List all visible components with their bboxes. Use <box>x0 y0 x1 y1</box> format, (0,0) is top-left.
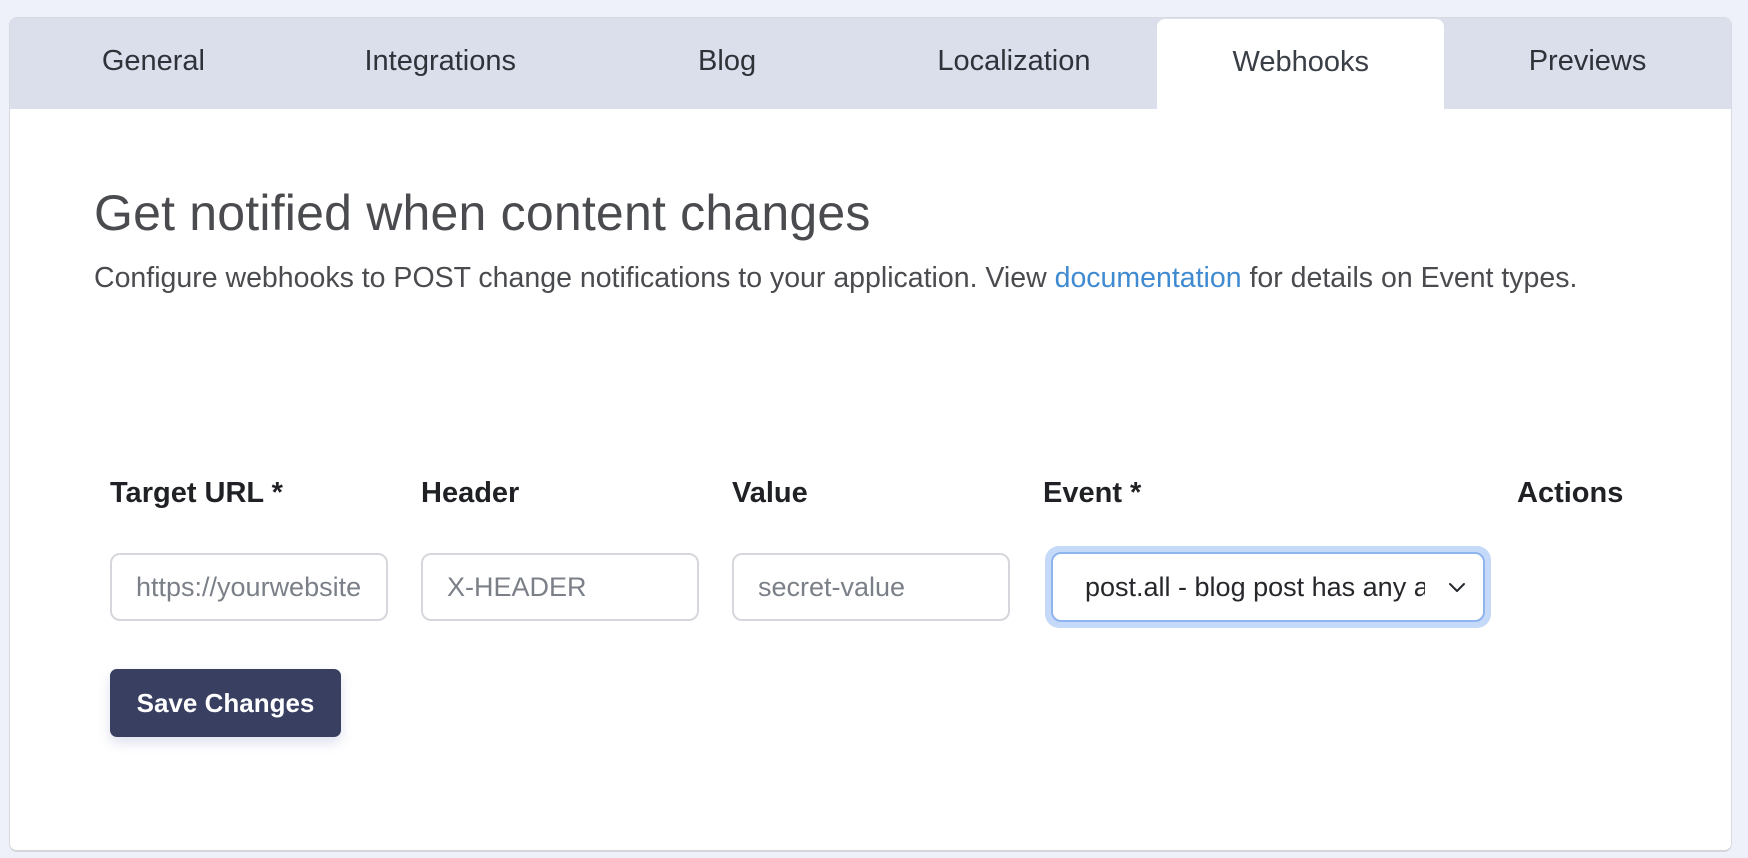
description-text-end: for details on Event types. <box>1241 262 1578 294</box>
event-select-focus-ring: post.all - blog post has any action <box>1045 546 1491 628</box>
header-input[interactable] <box>421 553 699 621</box>
tab-integrations[interactable]: Integrations <box>297 18 584 109</box>
tab-localization[interactable]: Localization <box>870 18 1157 109</box>
target-url-label: Target URL * <box>110 477 283 509</box>
tab-blog[interactable]: Blog <box>584 18 871 109</box>
event-label: Event * <box>1043 477 1142 509</box>
tab-webhooks[interactable]: Webhooks <box>1157 19 1445 109</box>
actions-label: Actions <box>1517 477 1624 509</box>
tab-bar: General Integrations Blog Localization W… <box>10 18 1731 109</box>
value-input[interactable] <box>732 553 1010 621</box>
event-select[interactable]: post.all - blog post has any action <box>1051 552 1485 622</box>
value-label: Value <box>732 477 808 509</box>
target-url-input[interactable] <box>110 553 388 621</box>
event-select-value: post.all - blog post has any action <box>1085 571 1425 602</box>
settings-panel: General Integrations Blog Localization W… <box>9 17 1732 852</box>
save-changes-button[interactable]: Save Changes <box>110 669 341 737</box>
chevron-down-icon <box>1449 583 1465 592</box>
tab-general[interactable]: General <box>10 18 297 109</box>
documentation-link[interactable]: documentation <box>1055 262 1242 294</box>
header-label: Header <box>421 477 520 509</box>
description-text: Configure webhooks to POST change notifi… <box>94 262 1055 294</box>
page-description: Configure webhooks to POST change notifi… <box>94 254 1614 302</box>
page-title: Get notified when content changes <box>94 185 871 241</box>
tab-previews[interactable]: Previews <box>1444 18 1731 109</box>
